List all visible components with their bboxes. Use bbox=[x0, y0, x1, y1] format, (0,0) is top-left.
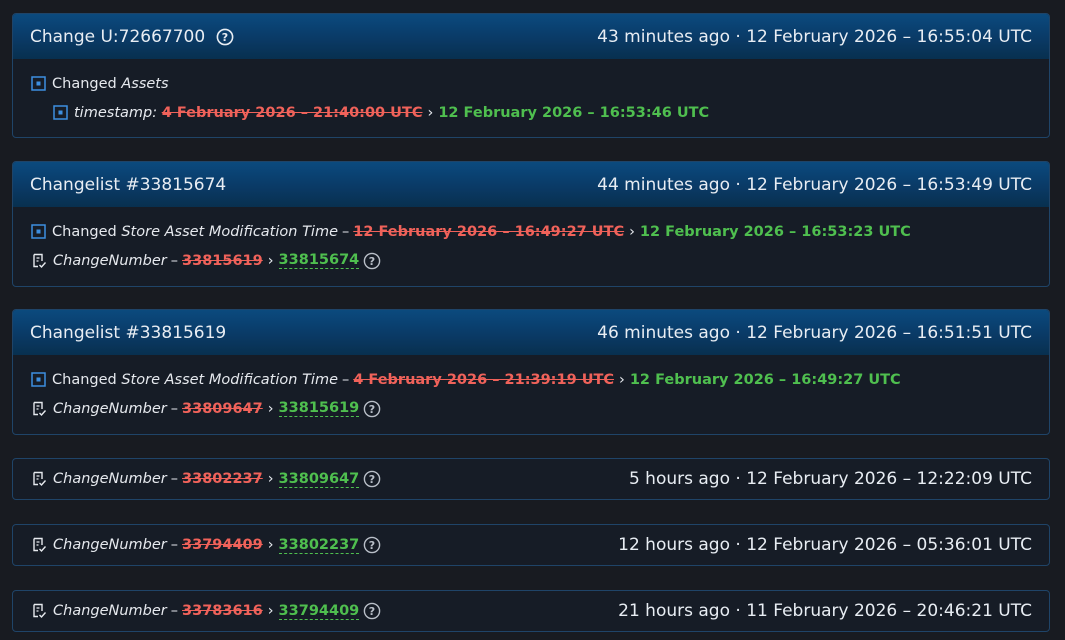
old-value: 4 February 2026 – 21:40:00 UTC bbox=[161, 104, 423, 121]
question-circle-icon[interactable]: ? bbox=[363, 252, 381, 270]
changenumber-key: ChangeNumber bbox=[53, 471, 167, 487]
arrow-separator: › bbox=[267, 603, 274, 619]
changenumber-key: ChangeNumber bbox=[53, 537, 167, 553]
changenumber-key: ChangeNumber bbox=[53, 603, 167, 619]
dash-separator: – bbox=[342, 371, 350, 388]
new-value: 12 February 2026 – 16:53:46 UTC bbox=[438, 104, 710, 121]
question-circle-icon[interactable]: ? bbox=[216, 28, 234, 46]
dash-separator: – bbox=[170, 603, 179, 619]
old-value: 33809647 bbox=[182, 400, 263, 417]
svg-text:?: ? bbox=[369, 255, 375, 268]
svg-text:?: ? bbox=[369, 605, 375, 618]
new-value: 12 February 2026 – 16:53:23 UTC bbox=[639, 223, 911, 240]
dash-separator: – bbox=[170, 252, 179, 269]
svg-text:?: ? bbox=[369, 473, 375, 486]
new-changenumber-link[interactable]: 33802237 bbox=[278, 537, 360, 554]
new-changenumber-link[interactable]: 33815619 bbox=[278, 400, 360, 417]
changenumber-row: ChangeNumber –33794409 › 33802237 ? 12 hour… bbox=[12, 524, 1050, 566]
change-line: Changed Store Asset Modification Time –12… bbox=[31, 217, 1031, 246]
row-time: 12 hours ago · 12 February 2026 – 05:36:… bbox=[618, 535, 1032, 555]
document-edit-icon bbox=[31, 401, 47, 417]
svg-text:?: ? bbox=[369, 403, 375, 416]
document-edit-icon bbox=[31, 603, 47, 619]
question-circle-icon[interactable]: ? bbox=[363, 470, 381, 488]
arrow-separator: › bbox=[267, 400, 274, 417]
changenumber-line: ChangeNumber –33794409 › 33802237 ? bbox=[31, 531, 381, 560]
changelist-card: Changelist #33815674 44 minutes ago · 12… bbox=[12, 161, 1050, 287]
changenumber-row: ChangeNumber –33783616 › 33794409 ? 21 hour… bbox=[12, 590, 1050, 632]
change-line: Changed Store Asset Modification Time –4 … bbox=[31, 365, 1031, 394]
changelist-card: Changelist #33815619 46 minutes ago · 12… bbox=[12, 309, 1050, 435]
changelist-time: 46 minutes ago · 12 February 2026 – 16:5… bbox=[597, 322, 1032, 343]
arrow-separator: › bbox=[619, 371, 625, 388]
old-value: 33783616 bbox=[182, 603, 263, 619]
old-value: 33815619 bbox=[182, 252, 263, 269]
changenumber-line: ChangeNumber –33783616 › 33794409 ? bbox=[31, 597, 381, 626]
change-time: 43 minutes ago · 12 February 2026 – 16:5… bbox=[597, 26, 1032, 47]
changelist-time: 44 minutes ago · 12 February 2026 – 16:5… bbox=[597, 174, 1032, 195]
change-key: timestamp: bbox=[74, 104, 158, 121]
new-changenumber-link[interactable]: 33794409 bbox=[278, 603, 360, 620]
change-prefix: Changed bbox=[52, 223, 117, 240]
change-key: Store Asset Modification Time bbox=[121, 223, 338, 240]
change-key: Store Asset Modification Time bbox=[121, 371, 338, 388]
arrow-separator: › bbox=[267, 252, 274, 269]
question-circle-icon[interactable]: ? bbox=[363, 400, 381, 418]
changenumber-line: ChangeNumber –33809647 › 33815619 ? bbox=[31, 394, 1031, 423]
change-card: Change U:72667700 ? 43 minutes ago · 12 … bbox=[12, 13, 1050, 138]
square-dot-icon bbox=[31, 224, 46, 239]
dash-separator: – bbox=[170, 537, 179, 553]
changenumber-row: ChangeNumber –33802237 › 33809647 ? 5 hours… bbox=[12, 458, 1050, 500]
svg-text:?: ? bbox=[369, 539, 375, 552]
arrow-separator: › bbox=[629, 223, 635, 240]
changenumber-line: ChangeNumber –33815619 › 33815674 ? bbox=[31, 246, 1031, 275]
card-header: Change U:72667700 ? 43 minutes ago · 12 … bbox=[13, 14, 1049, 59]
changelist-title[interactable]: Changelist #33815674 bbox=[30, 175, 226, 195]
svg-text:?: ? bbox=[222, 31, 228, 44]
old-value: 33794409 bbox=[182, 537, 263, 553]
question-circle-icon[interactable]: ? bbox=[363, 536, 381, 554]
changenumber-key: ChangeNumber bbox=[53, 252, 167, 269]
arrow-separator: › bbox=[267, 471, 274, 487]
new-changenumber-link[interactable]: 33809647 bbox=[278, 471, 360, 488]
change-title[interactable]: Change U:72667700 bbox=[30, 27, 205, 47]
arrow-separator: › bbox=[427, 104, 434, 121]
change-line: timestamp: 4 February 2026 – 21:40:00 UT… bbox=[31, 98, 1031, 127]
changenumber-key: ChangeNumber bbox=[53, 400, 167, 417]
square-dot-icon bbox=[31, 372, 46, 387]
dash-separator: – bbox=[342, 223, 350, 240]
document-edit-icon bbox=[31, 471, 47, 487]
new-changenumber-link[interactable]: 33815674 bbox=[278, 252, 360, 269]
old-value: 4 February 2026 – 21:39:19 UTC bbox=[353, 371, 615, 388]
dash-separator: – bbox=[170, 400, 179, 417]
card-header: Changelist #33815674 44 minutes ago · 12… bbox=[13, 162, 1049, 207]
question-circle-icon[interactable]: ? bbox=[363, 602, 381, 620]
change-prefix: Changed bbox=[52, 371, 117, 388]
document-edit-icon bbox=[31, 537, 47, 553]
changelist-title[interactable]: Changelist #33815619 bbox=[30, 323, 226, 343]
square-dot-icon bbox=[31, 76, 46, 91]
row-time: 5 hours ago · 12 February 2026 – 12:22:0… bbox=[628, 469, 1032, 489]
document-edit-icon bbox=[31, 253, 47, 269]
square-dot-icon bbox=[53, 105, 68, 120]
row-time: 21 hours ago · 11 February 2026 – 20:46:… bbox=[618, 601, 1032, 621]
arrow-separator: › bbox=[267, 537, 274, 553]
change-key: Assets bbox=[121, 75, 169, 92]
dash-separator: – bbox=[170, 471, 179, 487]
old-value: 12 February 2026 – 16:49:27 UTC bbox=[353, 223, 625, 240]
old-value: 33802237 bbox=[182, 471, 263, 487]
card-header: Changelist #33815619 46 minutes ago · 12… bbox=[13, 310, 1049, 355]
change-prefix: Changed bbox=[52, 75, 117, 92]
change-line: Changed Assets bbox=[31, 69, 1031, 98]
changenumber-line: ChangeNumber –33802237 › 33809647 ? bbox=[31, 465, 381, 494]
new-value: 12 February 2026 – 16:49:27 UTC bbox=[629, 371, 901, 388]
